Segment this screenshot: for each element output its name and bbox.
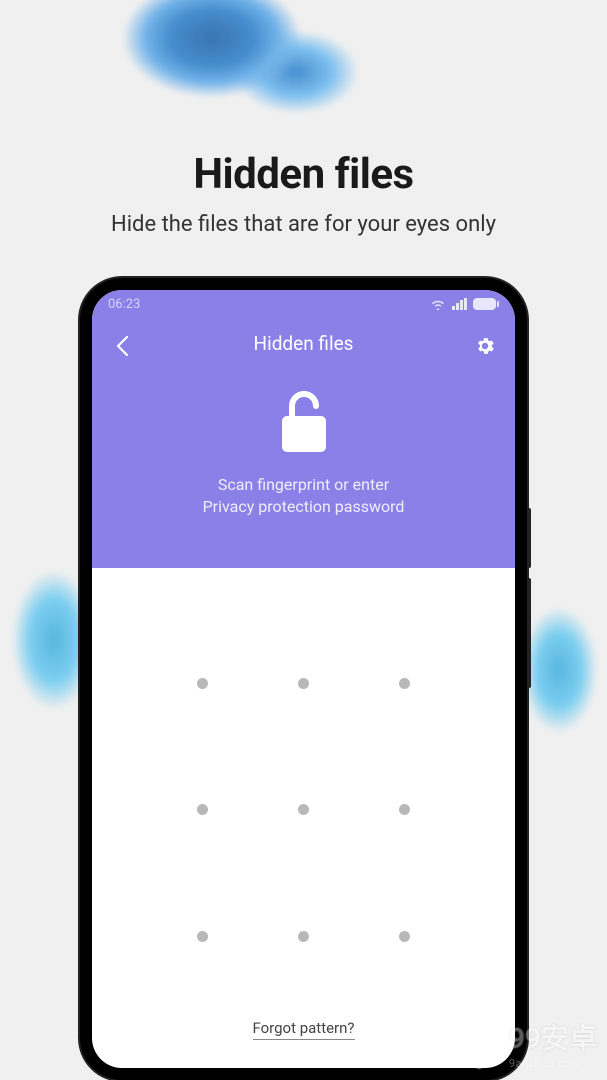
signal-icon bbox=[452, 298, 467, 310]
phone-side-button bbox=[527, 508, 531, 568]
pattern-dot[interactable] bbox=[197, 931, 208, 942]
status-icons bbox=[430, 298, 499, 310]
pattern-dot[interactable] bbox=[399, 678, 410, 689]
pattern-dot[interactable] bbox=[298, 678, 309, 689]
header-title: Hidden files bbox=[92, 332, 515, 355]
page-title: Hidden files bbox=[0, 150, 607, 199]
phone-screen: 06:23 Hidden files Scan fin bbox=[92, 290, 515, 1068]
pattern-dot[interactable] bbox=[399, 931, 410, 942]
pattern-dot[interactable] bbox=[298, 931, 309, 942]
decorative-ink-top bbox=[100, 0, 380, 140]
wifi-icon bbox=[430, 298, 446, 310]
phone-frame: 06:23 Hidden files Scan fin bbox=[80, 278, 527, 1080]
phone-side-button bbox=[527, 578, 531, 688]
header-message-line: Scan fingerprint or enter bbox=[92, 474, 515, 496]
status-bar: 06:23 bbox=[92, 290, 515, 318]
status-time: 06:23 bbox=[108, 297, 140, 312]
watermark-subtext: 9anzhuo.com bbox=[509, 1057, 597, 1070]
page-subtitle: Hide the files that are for your eyes on… bbox=[0, 212, 607, 237]
forgot-pattern-link[interactable]: Forgot pattern? bbox=[252, 1019, 354, 1040]
settings-button[interactable] bbox=[471, 332, 499, 360]
watermark-text: 99安卓 bbox=[509, 1017, 597, 1057]
watermark-logo-icon bbox=[457, 1018, 501, 1070]
pattern-dot[interactable] bbox=[298, 804, 309, 815]
app-header: Hidden files Scan fingerprint or enter P… bbox=[92, 318, 515, 568]
gear-icon bbox=[474, 335, 496, 357]
pattern-dot[interactable] bbox=[197, 804, 208, 815]
header-message: Scan fingerprint or enter Privacy protec… bbox=[92, 474, 515, 518]
pattern-lock-grid[interactable] bbox=[92, 590, 515, 1010]
battery-icon bbox=[473, 298, 499, 310]
lock-open-icon bbox=[276, 390, 332, 458]
pattern-dot[interactable] bbox=[399, 804, 410, 815]
watermark: 99安卓 9anzhuo.com bbox=[457, 1017, 597, 1070]
header-message-line: Privacy protection password bbox=[92, 496, 515, 518]
pattern-dot[interactable] bbox=[197, 678, 208, 689]
